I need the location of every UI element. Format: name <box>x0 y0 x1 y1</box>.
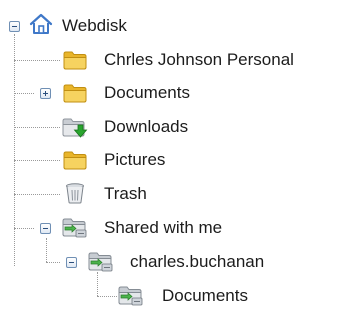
folder-icon <box>62 82 88 104</box>
collapse-toggle-icon[interactable] <box>9 21 20 32</box>
tree-node-label[interactable]: Documents <box>162 286 248 306</box>
collapse-toggle-icon[interactable] <box>40 223 51 234</box>
folder-icon <box>62 49 88 71</box>
tree-node-pictures[interactable]: Pictures <box>0 146 260 174</box>
tree-node-downloads[interactable]: Downloads <box>0 113 260 141</box>
webdisk-folder-tree: Webdisk Chrles Johnson Personal Document… <box>0 0 353 313</box>
folder-icon <box>62 149 88 171</box>
shared-folder-icon <box>118 284 144 306</box>
home-icon <box>28 13 54 35</box>
tree-node-documents[interactable]: Documents <box>0 79 260 107</box>
tree-node-trash[interactable]: Trash <box>0 180 200 208</box>
tree-node-webdisk[interactable]: Webdisk <box>0 12 140 40</box>
tree-node-label[interactable]: Webdisk <box>62 16 127 36</box>
downloads-folder-icon <box>62 116 88 138</box>
tree-node-label[interactable]: Shared with me <box>104 218 222 238</box>
tree-node-label[interactable]: Downloads <box>104 117 188 137</box>
shared-folder-icon <box>88 250 114 272</box>
tree-node-label[interactable]: Pictures <box>104 150 165 170</box>
tree-node-shared-documents[interactable]: Documents <box>0 282 340 310</box>
trash-icon <box>62 182 88 204</box>
collapse-toggle-icon[interactable] <box>66 257 77 268</box>
expand-toggle-icon[interactable] <box>40 88 51 99</box>
shared-folder-icon <box>62 216 88 238</box>
tree-node-label[interactable]: Documents <box>104 83 190 103</box>
tree-node-label[interactable]: Trash <box>104 184 147 204</box>
tree-node-label[interactable]: Chrles Johnson Personal <box>104 50 294 70</box>
tree-node-shared-with-me[interactable]: Shared with me <box>0 214 280 242</box>
tree-node-label[interactable]: charles.buchanan <box>130 252 264 272</box>
tree-node-charles-buchanan[interactable]: charles.buchanan <box>0 248 320 276</box>
tree-node-chrles-johnson-personal[interactable]: Chrles Johnson Personal <box>0 46 353 74</box>
